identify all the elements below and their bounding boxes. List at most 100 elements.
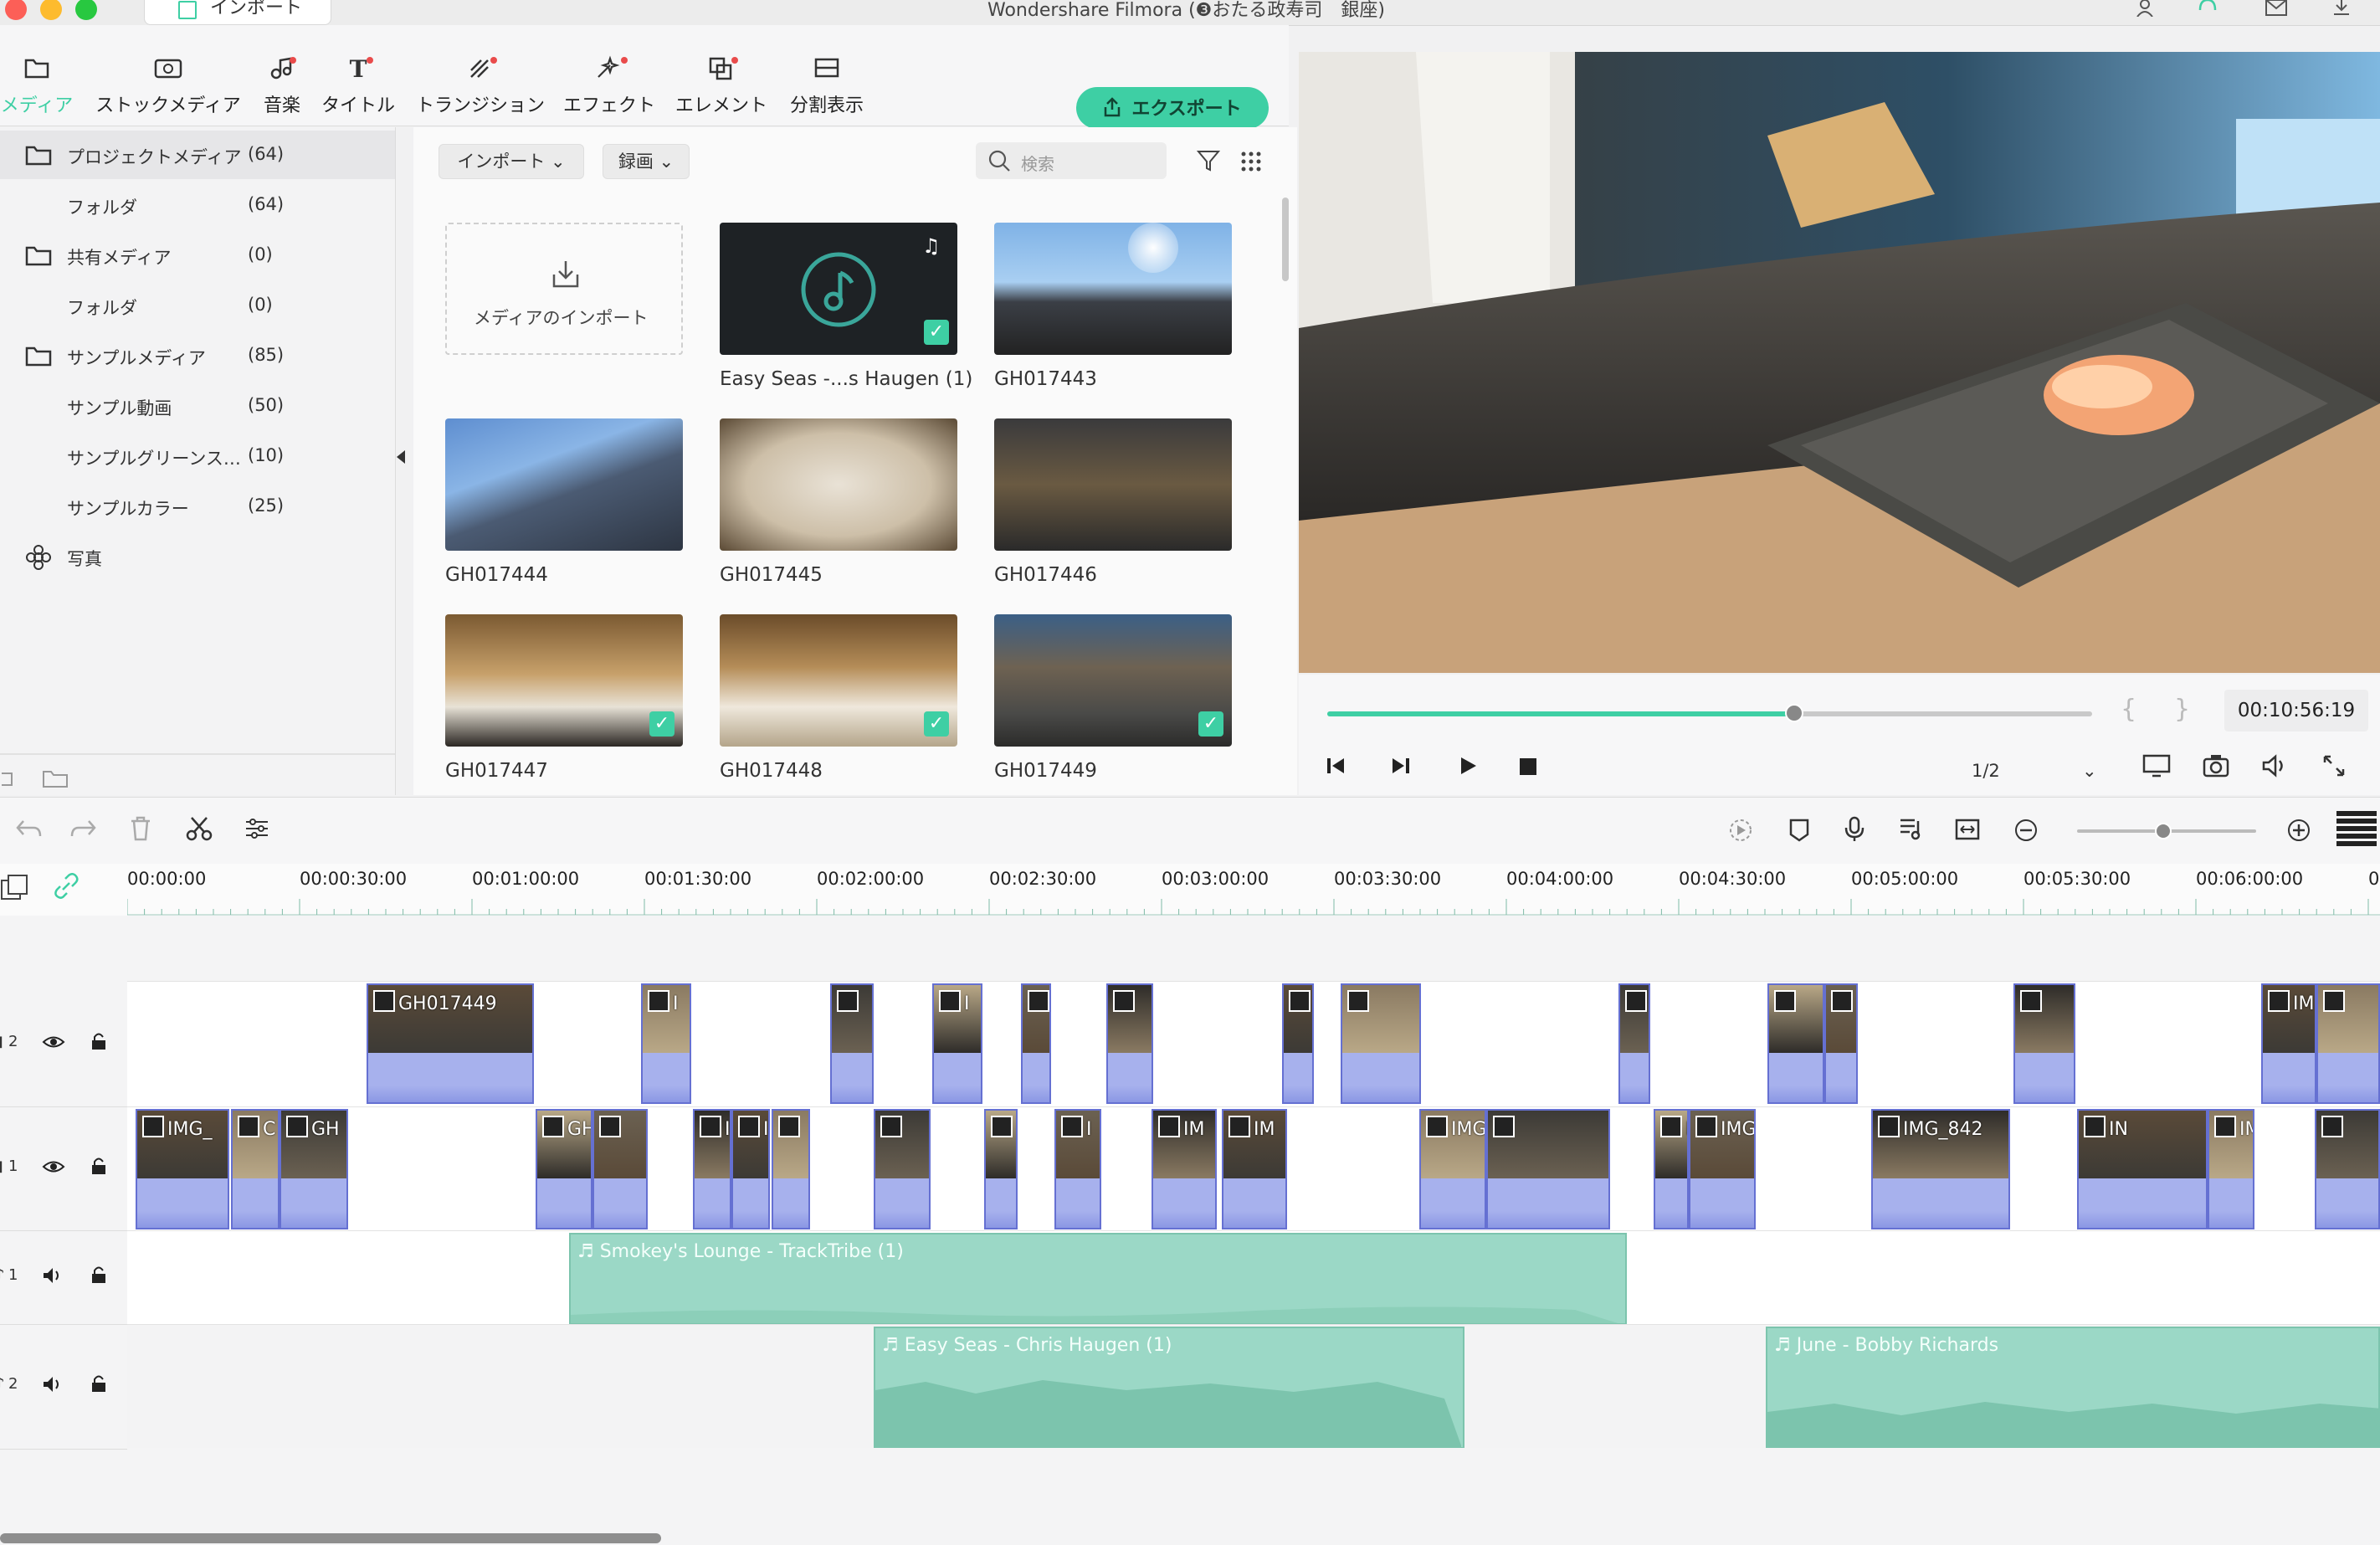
video-clip[interactable]: [772, 1109, 810, 1229]
library-project-media[interactable]: プロジェクトメディア (64): [0, 131, 395, 179]
video-clip[interactable]: [830, 983, 874, 1104]
media-item-video[interactable]: [445, 418, 683, 551]
export-button[interactable]: エクスポート: [1076, 87, 1269, 129]
tab-effects[interactable]: エフェクト: [562, 55, 656, 117]
filter-icon[interactable]: [1196, 149, 1221, 176]
search-field[interactable]: 検索: [976, 142, 1167, 179]
add-track-icon[interactable]: [0, 874, 28, 906]
mail-icon[interactable]: [2265, 0, 2288, 17]
video-clip[interactable]: GH017449: [367, 983, 534, 1104]
video-clip[interactable]: IM: [2261, 983, 2316, 1104]
video-clip[interactable]: IM: [1152, 1109, 1217, 1229]
video-clip[interactable]: [2013, 983, 2075, 1104]
step-back-icon[interactable]: [1326, 755, 1347, 780]
stop-icon[interactable]: [1520, 758, 1536, 775]
support-icon[interactable]: [2198, 0, 2218, 17]
marker-icon[interactable]: [1788, 818, 1811, 846]
video-clip[interactable]: I: [1054, 1109, 1101, 1229]
download-icon[interactable]: [2331, 0, 2352, 17]
import-dropdown[interactable]: インポート ⌄: [439, 144, 584, 179]
audio-clip[interactable]: ♬ Easy Seas - Chris Haugen (1): [874, 1327, 1464, 1449]
video-clip[interactable]: [1767, 983, 1824, 1104]
zoom-window-button[interactable]: [75, 0, 97, 20]
close-window-button[interactable]: [5, 0, 27, 20]
tab-stock-media[interactable]: ストックメディア: [92, 55, 244, 117]
video-clip[interactable]: IMG_8417: [1419, 1109, 1486, 1229]
media-item-video[interactable]: ✓: [994, 614, 1232, 747]
folder-outline-icon[interactable]: [42, 768, 69, 792]
audio-track-2[interactable]: ♬ Easy Seas - Chris Haugen (1) ♬ June - …: [127, 1324, 2380, 1449]
audio-clip[interactable]: ♬ June - Bobby Richards: [1766, 1327, 2380, 1449]
library-project-folder[interactable]: フォルダ (64): [0, 181, 395, 229]
playback-knob[interactable]: [1784, 704, 1803, 722]
display-settings-icon[interactable]: [2142, 753, 2171, 782]
video-clip[interactable]: I: [641, 983, 691, 1104]
media-item-video[interactable]: [994, 418, 1232, 551]
quality-dropdown[interactable]: 1/2 ⌄: [1967, 755, 2102, 787]
fullscreen-icon[interactable]: [2321, 753, 2347, 782]
undo-icon[interactable]: [15, 818, 42, 844]
tab-media[interactable]: メディア: [0, 55, 74, 117]
lock-icon[interactable]: [90, 1156, 107, 1179]
video-clip[interactable]: I: [1282, 983, 1314, 1104]
video-clip[interactable]: IMG_842: [1871, 1109, 2010, 1229]
video-clip[interactable]: [1341, 983, 1421, 1104]
mark-in-icon[interactable]: {: [2121, 695, 2136, 724]
video-clip[interactable]: [1486, 1109, 1610, 1229]
library-sample-media[interactable]: サンプルメディア (85): [0, 331, 395, 380]
import-tab[interactable]: インポート: [144, 0, 331, 25]
speaker-icon[interactable]: [42, 1375, 64, 1397]
link-icon[interactable]: [52, 872, 80, 904]
redo-icon[interactable]: [70, 818, 97, 844]
track-height-icon[interactable]: [2336, 809, 2377, 856]
minimize-window-button[interactable]: [40, 0, 62, 20]
account-icon[interactable]: [2136, 0, 2154, 18]
audio-track-1[interactable]: ♬ Smokey's Lounge - TrackTribe (1): [127, 1230, 2380, 1325]
zoom-slider[interactable]: [2077, 823, 2256, 839]
video-track-2[interactable]: GH017449 I I I IMG I IM: [127, 981, 2380, 1106]
zoom-in-icon[interactable]: [2286, 818, 2311, 846]
timeline-scrollbar[interactable]: [0, 1533, 661, 1543]
video-clip[interactable]: [1021, 983, 1051, 1104]
media-item-video[interactable]: ✓: [720, 614, 957, 747]
video-clip[interactable]: [1106, 983, 1153, 1104]
fit-timeline-icon[interactable]: [1955, 818, 1980, 844]
snapshot-icon[interactable]: [2203, 753, 2229, 782]
video-clip[interactable]: IM: [984, 1109, 1018, 1229]
eye-icon[interactable]: [42, 1034, 65, 1053]
video-clip[interactable]: IM: [2208, 1109, 2254, 1229]
audio-clip[interactable]: ♬ Smokey's Lounge - TrackTribe (1): [569, 1233, 1627, 1325]
collapse-panel-arrow-icon[interactable]: [397, 450, 405, 464]
tab-audio[interactable]: 音楽: [259, 55, 305, 117]
library-shared-media[interactable]: 共有メディア (0): [0, 231, 395, 280]
lock-icon[interactable]: [90, 1031, 107, 1055]
step-forward-icon[interactable]: [1389, 755, 1411, 780]
tab-elements[interactable]: エレメント: [675, 55, 768, 117]
mark-out-icon[interactable]: }: [2174, 695, 2190, 724]
lock-icon[interactable]: [90, 1373, 107, 1397]
zoom-knob[interactable]: [2154, 823, 2172, 839]
video-clip[interactable]: [592, 1109, 648, 1229]
media-item-audio[interactable]: ♫ ✓: [720, 223, 957, 355]
grid-view-icon[interactable]: [1240, 151, 1262, 176]
playback-track[interactable]: [1327, 704, 2092, 722]
video-clip[interactable]: GH: [536, 1109, 592, 1229]
delete-icon[interactable]: [129, 816, 152, 844]
video-clip[interactable]: IMG_: [136, 1109, 229, 1229]
speaker-icon[interactable]: [42, 1266, 64, 1288]
media-item-video[interactable]: [720, 418, 957, 551]
library-sample-video[interactable]: サンプル動画 (50): [0, 382, 395, 430]
library-shared-folder[interactable]: フォルダ (0): [0, 281, 395, 330]
video-clip[interactable]: [2316, 983, 2380, 1104]
timeline-tracks[interactable]: GH017449IIIIMGIIM IMG_CGHGHIMIMIMIIMIMIM…: [127, 916, 2380, 1545]
tab-transitions[interactable]: トランジション: [413, 55, 547, 117]
video-clip[interactable]: IMG: [1618, 983, 1650, 1104]
zoom-out-icon[interactable]: [2013, 818, 2039, 846]
library-photos[interactable]: 写真: [0, 532, 395, 581]
volume-icon[interactable]: [2261, 753, 2288, 782]
voiceover-icon[interactable]: [1843, 816, 1866, 846]
library-sample-greenscreen[interactable]: サンプルグリーンス… (10): [0, 432, 395, 480]
eye-icon[interactable]: [42, 1159, 65, 1178]
video-clip[interactable]: IM: [731, 1109, 770, 1229]
new-folder-icon[interactable]: [0, 768, 17, 792]
